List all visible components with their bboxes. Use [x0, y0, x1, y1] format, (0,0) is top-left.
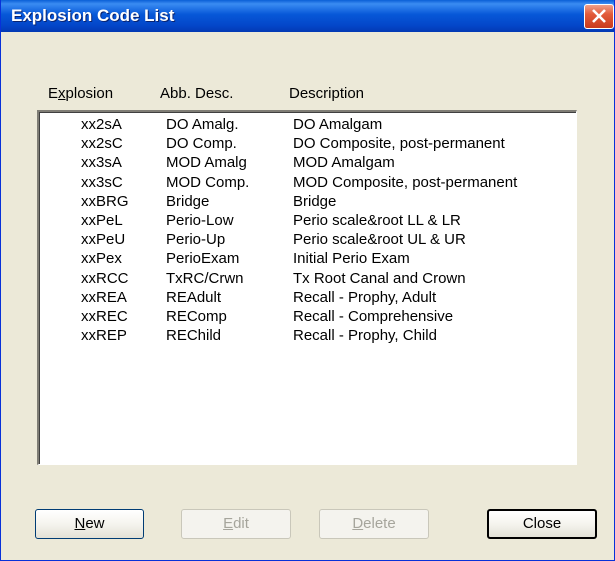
list-item[interactable]: xxRCC TxRC/Crwn Tx Root Canal and Crown: [39, 270, 576, 288]
title-bar[interactable]: Explosion Code List: [1, 0, 614, 32]
list-item-code: xxBRG: [81, 192, 129, 210]
list-item[interactable]: xxPeU Perio-Up Perio scale&root UL & UR: [39, 231, 576, 249]
list-item-code: xxREP: [81, 327, 127, 345]
list-item-abb: MOD Comp.: [166, 173, 250, 191]
list-item-abb: MOD Amalg: [166, 154, 247, 172]
list-item-abb: PerioExam: [166, 250, 240, 268]
close-x-icon: [592, 9, 606, 23]
new-button[interactable]: New: [35, 509, 144, 539]
list-item[interactable]: xxBRG Bridge Bridge: [39, 193, 576, 211]
list-item-abb: DO Comp.: [166, 135, 237, 153]
list-item-code: xxRCC: [81, 269, 129, 287]
column-header-abb-desc[interactable]: Abb. Desc.: [160, 85, 233, 102]
list-item-desc: Recall - Comprehensive: [293, 308, 454, 325]
list-item-desc: DO Amalgam: [293, 116, 383, 133]
list-item-code: xxREC: [81, 308, 128, 325]
list-item-code: xxPeL: [81, 212, 123, 229]
list-item-abb: DO Amalg.: [166, 116, 239, 133]
list-item-abb: TxRC/Crwn: [166, 269, 244, 287]
list-item[interactable]: xxPeL Perio-Low Perio scale&root LL & LR: [39, 212, 576, 230]
list-item-desc: Initial Perio Exam: [293, 250, 410, 268]
list-item-code: xx3sC: [81, 173, 123, 191]
list-item-abb: REChild: [166, 327, 222, 345]
delete-button[interactable]: Delete: [319, 509, 429, 539]
list-item[interactable]: xx2sA DO Amalg. DO Amalgam: [39, 116, 576, 134]
list-item-abb: REComp: [166, 308, 227, 325]
list-item-abb: REAdult: [166, 288, 222, 306]
edit-button[interactable]: Edit: [181, 509, 291, 539]
list-item[interactable]: xxPex PerioExam Initial Perio Exam: [39, 250, 576, 268]
list-item[interactable]: xxREC REComp Recall - Comprehensive: [39, 308, 576, 326]
list-item-desc: Recall - Prophy, Child: [293, 327, 437, 345]
list-item-code: xx2sA: [81, 116, 122, 133]
list-item-code: xxREA: [81, 288, 127, 306]
explosion-code-listbox[interactable]: xx2sA DO Amalg. DO Amalgam xx2sC DO Comp. DO …: [37, 110, 577, 465]
list-item-desc: Perio scale&root UL & UR: [293, 231, 466, 249]
list-item-desc: Perio scale&root LL & LR: [293, 212, 461, 229]
close-button[interactable]: Close: [487, 509, 597, 539]
list-item-code: xx3sA: [81, 154, 122, 172]
list-item-code: xxPeU: [81, 231, 126, 249]
list-item-desc: Tx Root Canal and Crown: [293, 269, 466, 287]
explosion-code-list-window: Explosion Code List Explosion Abb. Desc.…: [0, 0, 615, 561]
column-header-explosion[interactable]: Explosion: [48, 85, 113, 102]
list-item-desc: Recall - Prophy, Adult: [293, 288, 437, 306]
list-item-desc: DO Composite, post-permanent: [293, 135, 505, 153]
list-item-desc: Bridge: [293, 192, 337, 210]
list-item[interactable]: xx2sC DO Comp. DO Composite, post-permanen…: [39, 135, 576, 153]
list-item[interactable]: xx3sC MOD Comp. MOD Composite, post-perman…: [39, 174, 576, 192]
list-item-desc: MOD Composite, post-permanent: [293, 173, 518, 191]
list-item-code: xx2sC: [81, 135, 123, 153]
list-item[interactable]: xx3sA MOD Amalg MOD Amalgam: [39, 154, 576, 172]
list-item-abb: Bridge: [166, 192, 210, 210]
list-item-abb: Perio-Up: [166, 231, 226, 249]
window-close-button[interactable]: [584, 4, 614, 29]
list-item-abb: Perio-Low: [166, 212, 234, 229]
list-item[interactable]: xxREA REAdult Recall - Prophy, Adult: [39, 289, 576, 307]
list-item[interactable]: xxREP REChild Recall - Prophy, Child: [39, 327, 576, 345]
list-item-code: xxPex: [81, 250, 122, 268]
column-header-description[interactable]: Description: [289, 85, 364, 102]
window-title: Explosion Code List: [11, 6, 175, 25]
list-item-desc: MOD Amalgam: [293, 154, 395, 172]
